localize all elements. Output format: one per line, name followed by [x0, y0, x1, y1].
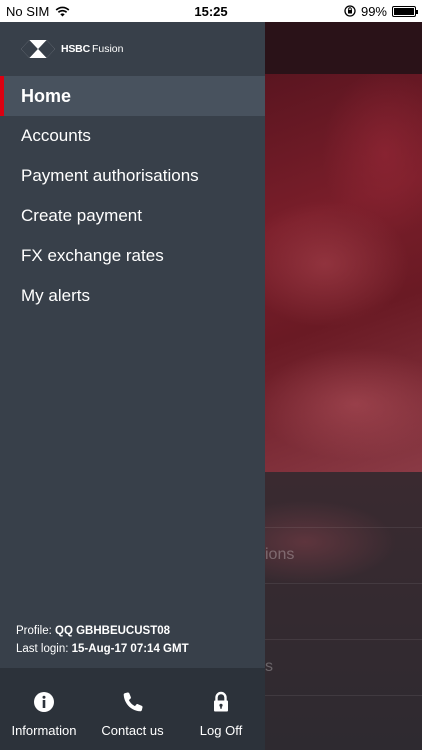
background-list: ions s: [265, 472, 422, 750]
phone-icon: [123, 692, 143, 712]
menu-item-create-payment[interactable]: Create payment: [0, 196, 265, 236]
information-button[interactable]: Information: [0, 668, 88, 750]
background-row[interactable]: s: [265, 639, 422, 695]
menu-item-label: Home: [21, 85, 72, 106]
menu-item-label: FX exchange rates: [21, 246, 164, 265]
info-icon: [34, 692, 54, 712]
last-login-label: Last login:: [16, 643, 69, 655]
wifi-icon: [55, 6, 70, 16]
drawer-menu: Home Accounts Payment authorisations Create…: [0, 76, 265, 316]
profile-line: Profile: QQ GBHBEUCUST08: [16, 622, 189, 640]
battery-icon: [392, 5, 418, 17]
menu-item-accounts[interactable]: Accounts: [0, 116, 265, 156]
menu-item-label: Create payment: [21, 206, 142, 225]
background-row-text: ions: [265, 546, 295, 563]
last-login-line: Last login: 15-Aug-17 07:14 GMT: [16, 640, 189, 658]
information-label: Information: [11, 723, 77, 738]
hsbc-hexagon-icon: [21, 40, 55, 58]
product-name: Fusion: [91, 43, 124, 55]
contact-us-label: Contact us: [101, 723, 164, 738]
background-divider: [265, 583, 422, 584]
battery-fill: [394, 7, 414, 15]
background-header: [265, 22, 422, 74]
menu-item-fx-exchange-rates[interactable]: FX exchange rates: [0, 236, 265, 276]
side-drawer: HSBC Fusion Home Accounts Payment authoris…: [0, 22, 265, 750]
menu-item-label: Accounts: [21, 126, 91, 145]
menu-item-label: Payment authorisations: [21, 166, 199, 185]
hsbc-logo: HSBC Fusion: [0, 22, 265, 76]
background-hero-image: [265, 74, 422, 472]
profile-value: QQ GBHBEUCUST08: [55, 625, 171, 637]
brand-name: HSBC: [61, 43, 90, 55]
profile-label: Profile:: [16, 625, 52, 637]
log-off-button[interactable]: Log Off: [177, 668, 265, 750]
menu-item-payment-authorisations[interactable]: Payment authorisations: [0, 156, 265, 196]
menu-item-label: My alerts: [21, 286, 90, 305]
background-row-text: s: [265, 658, 273, 675]
background-divider: [265, 695, 422, 696]
background-row[interactable]: ions: [265, 527, 422, 583]
bottom-bar: Information Contact us Log Off: [0, 668, 265, 750]
profile-info: Profile: QQ GBHBEUCUST08 Last login: 15-…: [16, 622, 189, 658]
contact-us-button[interactable]: Contact us: [89, 668, 177, 750]
carrier-label: No SIM: [6, 3, 50, 19]
last-login-value: 15-Aug-17 07:14 GMT: [71, 643, 189, 655]
rotation-lock-icon: [344, 5, 356, 17]
log-off-label: Log Off: [199, 723, 243, 738]
lock-icon: [214, 691, 228, 712]
battery-percent: 99%: [360, 3, 387, 19]
menu-item-home[interactable]: Home: [0, 76, 265, 116]
background-app: ions s: [265, 22, 422, 750]
status-bar: No SIM 15:25 99%: [0, 0, 422, 22]
menu-item-my-alerts[interactable]: My alerts: [0, 276, 265, 316]
